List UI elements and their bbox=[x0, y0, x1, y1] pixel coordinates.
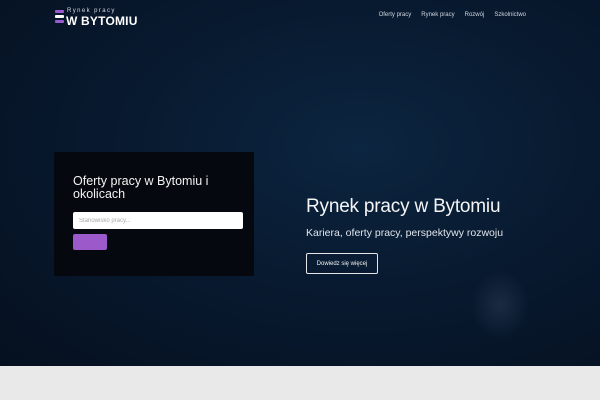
logo-main-text: W BYTOMIU bbox=[66, 14, 138, 28]
job-search-title: Oferty pracy w Bytomiu i okolicach bbox=[73, 174, 209, 201]
site-logo[interactable]: Rynek pracy W BYTOMIU bbox=[55, 8, 138, 28]
nav-item-oferty-pracy[interactable]: Oferty pracy bbox=[379, 12, 412, 18]
hero-subtitle: Kariera, oferty pracy, perspektywy rozwo… bbox=[306, 227, 504, 239]
hero-section: Rynek pracy W BYTOMIU Oferty pracy Rynek… bbox=[0, 0, 600, 366]
learn-more-button[interactable]: Dowiedz się więcej bbox=[306, 253, 378, 274]
job-search-card: Oferty pracy w Bytomiu i okolicach bbox=[54, 152, 254, 276]
hero-title: Rynek pracy w Bytomiu bbox=[306, 196, 501, 217]
logo-mark-icon bbox=[55, 10, 64, 24]
search-submit-button[interactable] bbox=[73, 234, 107, 250]
content-section bbox=[0, 366, 600, 400]
job-title-search-input[interactable] bbox=[73, 212, 243, 229]
nav-item-szkolnictwo[interactable]: Szkolnictwo bbox=[494, 12, 526, 18]
nav-item-rynek-pracy[interactable]: Rynek pracy bbox=[421, 12, 454, 18]
main-nav: Oferty pracy Rynek pracy Rozwój Szkolnic… bbox=[379, 12, 526, 18]
nav-item-rozwoj[interactable]: Rozwój bbox=[465, 12, 485, 18]
